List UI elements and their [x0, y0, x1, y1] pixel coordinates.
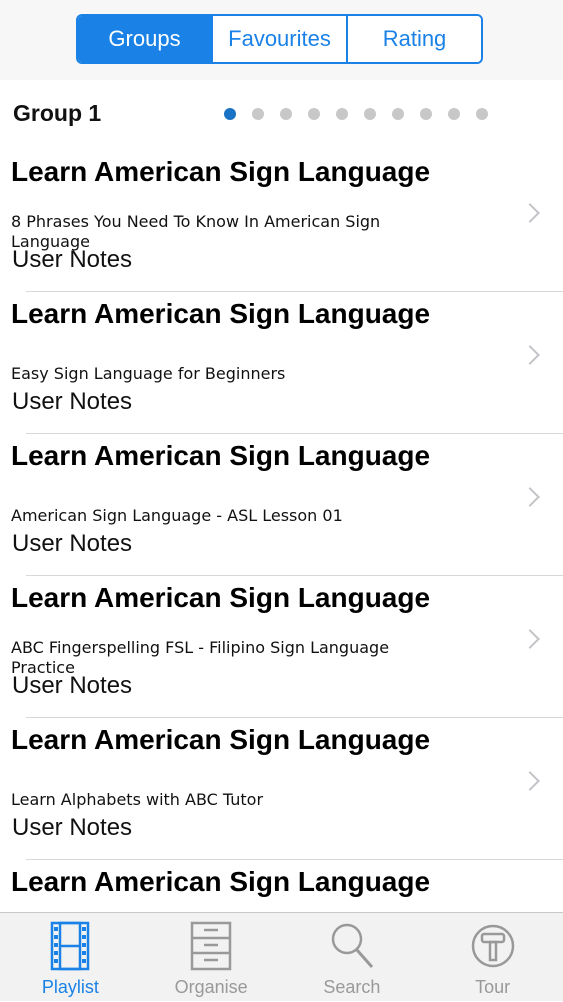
page-dot[interactable]: [280, 108, 292, 120]
page-dot[interactable]: [252, 108, 264, 120]
tab-organise[interactable]: Organise: [141, 913, 282, 1001]
page-dot[interactable]: [448, 108, 460, 120]
segment-favourites[interactable]: Favourites: [211, 16, 346, 62]
user-notes-label: User Notes: [12, 388, 133, 415]
user-notes-label: User Notes: [12, 246, 133, 273]
user-notes-label: User Notes: [12, 814, 133, 841]
hammer-icon: [471, 924, 514, 968]
chevron-right-icon: [520, 487, 540, 507]
page-dot[interactable]: [308, 108, 320, 120]
page-dot[interactable]: [420, 108, 432, 120]
item-title: Learn American Sign Language: [11, 724, 431, 755]
list-item[interactable]: Learn American Sign Language American Si…: [0, 434, 563, 576]
page-dot[interactable]: [224, 108, 236, 120]
film-strip-icon: [51, 921, 90, 971]
segment-groups[interactable]: Groups: [78, 16, 211, 62]
item-title: Learn American Sign Language: [11, 156, 431, 187]
playlist-list: Learn American Sign Language 8 Phrases Y…: [0, 150, 563, 1002]
item-title: Learn American Sign Language: [11, 440, 431, 471]
segment-rating[interactable]: Rating: [346, 16, 481, 62]
list-item[interactable]: Learn American Sign Language ABC Fingers…: [0, 576, 563, 718]
magnifier-icon: [331, 923, 373, 968]
tab-search-label: Search: [323, 977, 381, 997]
tab-playlist-label: Playlist: [41, 977, 99, 997]
page-dot[interactable]: [392, 108, 404, 120]
tab-organise-label: Organise: [174, 977, 248, 997]
list-item[interactable]: Learn American Sign Language Easy Sign L…: [0, 292, 563, 434]
page-dot[interactable]: [476, 108, 488, 120]
page-indicator[interactable]: [224, 108, 504, 120]
tab-search[interactable]: Search: [282, 913, 423, 1001]
item-title: Learn American Sign Language: [11, 866, 431, 897]
list-item[interactable]: Learn American Sign Language 8 Phrases Y…: [0, 150, 563, 292]
group-title: Group 1: [13, 100, 102, 126]
page-dot[interactable]: [336, 108, 348, 120]
chevron-right-icon: [520, 771, 540, 791]
tab-playlist[interactable]: Playlist: [0, 913, 141, 1001]
tab-bar: Playlist Organise Search Tour: [0, 912, 563, 1001]
user-notes-label: User Notes: [12, 530, 133, 557]
cabinet-icon: [190, 921, 232, 971]
page-dot[interactable]: [364, 108, 376, 120]
top-bar: Groups Favourites Rating: [0, 0, 563, 80]
segmented-control: Groups Favourites Rating: [76, 14, 483, 64]
item-title: Learn American Sign Language: [11, 582, 431, 613]
item-title: Learn American Sign Language: [11, 298, 431, 329]
tab-tour-label: Tour: [475, 977, 511, 997]
user-notes-label: User Notes: [12, 672, 133, 699]
list-item[interactable]: Learn American Sign Language Learn Alpha…: [0, 718, 563, 860]
chevron-right-icon: [520, 629, 540, 649]
chevron-right-icon: [520, 345, 540, 365]
tab-tour[interactable]: Tour: [422, 913, 563, 1001]
chevron-right-icon: [520, 203, 540, 223]
